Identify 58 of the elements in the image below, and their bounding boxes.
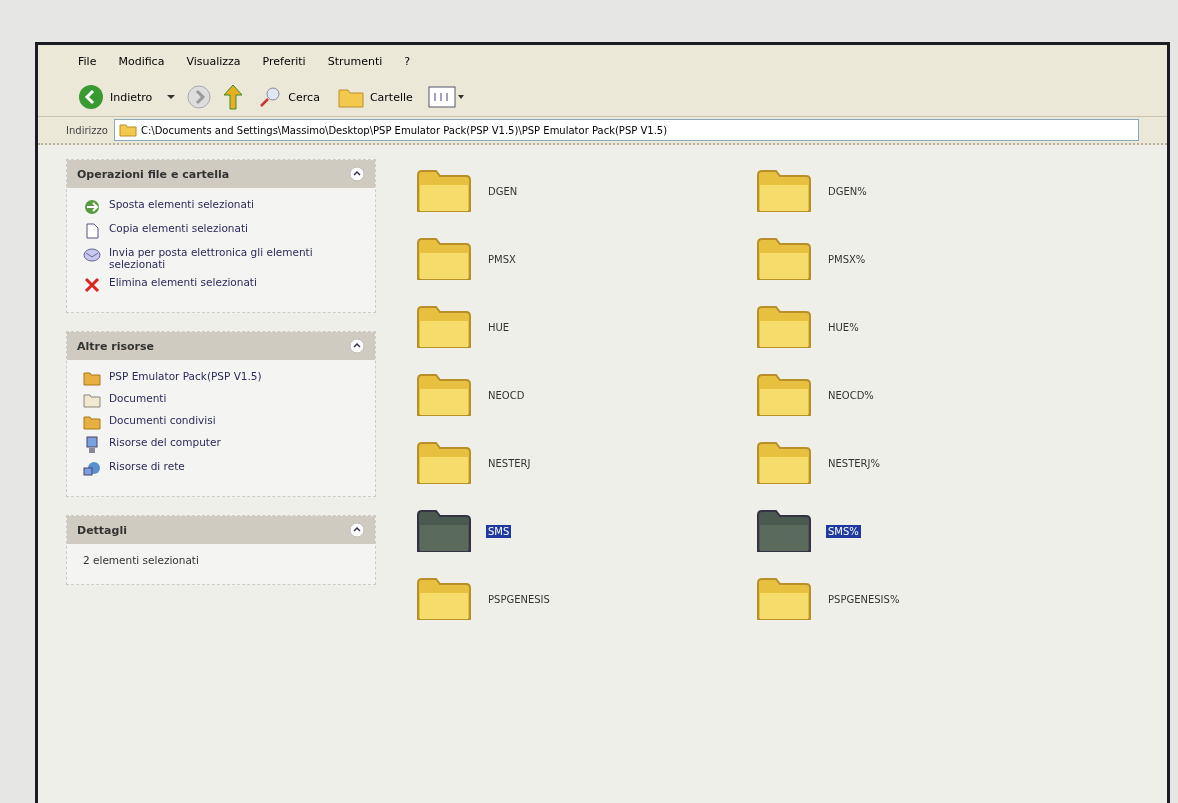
folder-name[interactable]: DGEN [486,184,520,198]
menu-item[interactable]: Visualizza [186,55,241,68]
folder-name[interactable]: PMSX% [826,252,868,266]
task-link[interactable]: Elimina elementi selezionati [109,276,257,288]
folder-name[interactable]: NESTERJ [486,456,533,470]
address-label: Indirizzo [66,124,108,136]
folder-icon[interactable] [416,507,472,555]
menu-item[interactable]: File [78,55,97,68]
search-button[interactable]: Cerca [254,83,324,111]
folder-icon [83,370,101,386]
folder-name[interactable]: PMSX [486,252,518,266]
dropdown-icon[interactable] [166,93,177,101]
task-link[interactable]: PSP Emulator Pack(PSP V1.5) [109,370,262,382]
task-link[interactable]: Documenti condivisi [109,414,216,426]
back-button[interactable]: Indietro [74,82,157,112]
menu-item[interactable]: Strumenti [327,55,383,68]
folder-name[interactable]: HUE [486,320,512,334]
address-field[interactable]: C:\Documents and Settings\Massimo\Desktop\PSP Emulator Pack(PSP V1.5)\PSP Emulator Pack(PSP V1.5) [113,119,1139,141]
task-link[interactable]: Invia per posta elettronica gli elementi selezionati [109,246,339,270]
document-icon [83,222,101,240]
folder-icon [83,414,101,430]
folder-name[interactable]: PSPGENESIS% [826,592,902,606]
view-icon[interactable] [426,85,467,109]
menu-item[interactable]: Modifica [118,55,165,68]
mail-icon [83,246,101,264]
folder-name[interactable]: NEOCD [486,388,527,402]
collapse-icon[interactable] [349,338,365,354]
folder-icon [83,392,101,408]
task-link[interactable]: Risorse di rete [109,460,185,472]
collapse-icon[interactable] [349,522,365,538]
search-icon [258,85,283,109]
up-arrow-icon[interactable] [222,83,245,111]
task-link[interactable]: Risorse del computer [109,436,221,448]
task-link[interactable]: Copia elementi selezionati [109,222,248,234]
folder-name[interactable]: SMS% [826,524,861,538]
folder-icon[interactable] [756,507,812,555]
folder-name[interactable]: NEOCD% [826,388,876,402]
task-link[interactable]: Documenti [109,392,167,404]
delete-icon [83,276,101,294]
move-icon [83,198,101,216]
panel-title: Operazioni file e cartella [77,167,230,181]
folder-icon [118,123,137,137]
folder-icon [337,86,364,108]
computer-icon [83,436,101,454]
task-link[interactable]: Sposta elementi selezionati [109,198,254,210]
menu-item[interactable]: ? [404,55,411,68]
folder-name[interactable]: PSPGENESIS [486,592,552,606]
details-text: 2 elementi selezionati [83,554,200,566]
folders-button[interactable]: Cartelle [333,84,417,110]
folder-name[interactable]: SMS [486,524,512,538]
folder-name[interactable]: HUE% [826,320,861,334]
panel-title: Altre risorse [77,339,154,353]
folder-name[interactable]: NESTERJ% [826,456,882,470]
folder-name[interactable]: DGEN% [826,184,869,198]
collapse-icon[interactable] [349,166,365,182]
network-icon [83,460,101,478]
menu-item[interactable]: Preferiti [262,55,306,68]
panel-title: Dettagli [77,523,127,537]
